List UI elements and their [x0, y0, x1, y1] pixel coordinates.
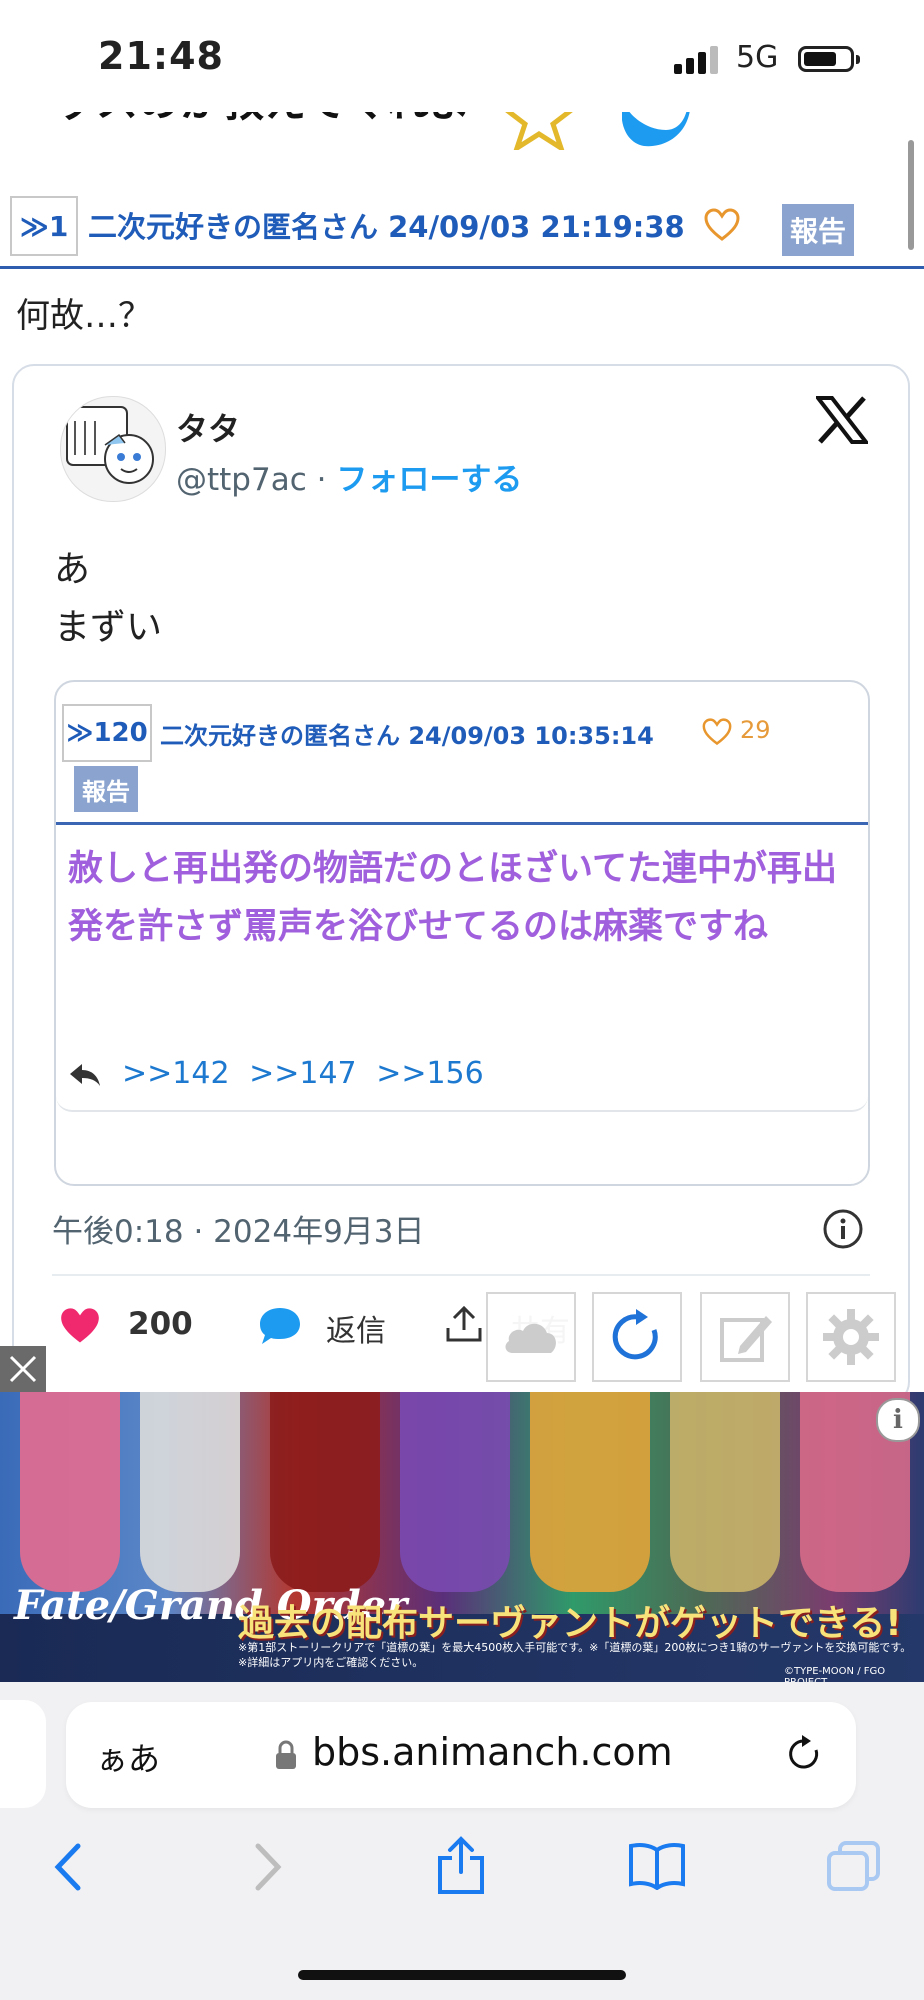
battery-icon	[798, 46, 860, 72]
settings-button[interactable]	[806, 1292, 896, 1382]
share-icon[interactable]	[436, 1836, 486, 1896]
post-body: 何故…？	[16, 296, 152, 336]
cloud-button[interactable]	[486, 1292, 576, 1382]
ad-close-button[interactable]	[0, 1346, 46, 1392]
reply-link[interactable]: >>156	[376, 1056, 484, 1091]
ad-slogan: 過去の配布サーヴァントがゲットできる!	[238, 1603, 902, 1644]
embedded-report-button[interactable]: 報告	[74, 766, 138, 812]
forward-icon[interactable]	[252, 1842, 284, 1892]
reply-label[interactable]: 返信	[326, 1306, 386, 1350]
ad-info-icon[interactable]: i	[876, 1398, 920, 1442]
like-count: 200	[128, 1306, 193, 1342]
tweet-divider	[52, 1274, 870, 1276]
tweet-handle-row: @ttp7ac · フォローする	[176, 454, 522, 499]
network-type: 5G	[736, 40, 779, 75]
gear-icon	[823, 1309, 879, 1365]
tweet-date[interactable]: 午後0:18 · 2024年9月3日	[52, 1206, 425, 1251]
tweet-text-line-2: まずい	[54, 607, 163, 648]
reply-links: >>142 >>147 >>156	[122, 1056, 484, 1091]
embedded-divider	[56, 822, 868, 825]
edit-pencil-icon	[720, 1316, 772, 1362]
edit-button[interactable]	[700, 1292, 790, 1382]
reply-link[interactable]: >>147	[249, 1056, 357, 1091]
x-logo-icon[interactable]	[816, 396, 868, 444]
cloud-up-icon	[505, 1323, 556, 1353]
embedded-poster-info: 二次元好きの匿名さん 24/09/03 10:35:14	[160, 722, 654, 750]
bookmarks-icon[interactable]	[628, 1842, 686, 1890]
embedded-res-link[interactable]: ≫120	[62, 704, 152, 762]
poster-info: 二次元好きの匿名さん 24/09/03 21:19:38	[88, 210, 685, 244]
url-text[interactable]: bbs.animanch.com	[312, 1730, 673, 1774]
home-indicator	[298, 1970, 626, 1980]
cellular-signal-icon	[674, 46, 718, 74]
embedded-body: 赦しと再出発の物語だのとほざいてた連中が再出発を許さず罵声を浴びせてるのは麻薬で…	[68, 849, 837, 947]
avatar[interactable]	[60, 396, 166, 502]
reload-icon	[612, 1309, 658, 1360]
status-bar: 21:48 5G	[0, 0, 924, 112]
ad-fine-print-1: ※第1部ストーリークリアで「道標の葉」を最大4500枚入手可能です。※「道標の葉…	[238, 1641, 912, 1654]
lock-icon	[276, 1740, 296, 1769]
status-time: 21:48	[98, 34, 224, 78]
close-icon	[9, 1355, 37, 1383]
info-icon[interactable]	[822, 1208, 864, 1250]
reply-arrow-icon	[70, 1064, 100, 1086]
tweet-handle[interactable]: @ttp7ac	[176, 462, 307, 498]
embedded-like-count: 29	[740, 716, 771, 744]
back-icon[interactable]	[52, 1842, 84, 1892]
reload-icon[interactable]	[784, 1734, 824, 1774]
reload-button[interactable]	[592, 1292, 682, 1382]
reply-link[interactable]: >>142	[122, 1056, 230, 1091]
tweet-author[interactable]: タタ	[176, 404, 240, 450]
heart-outline-icon[interactable]	[704, 208, 740, 242]
share-upload-icon[interactable]	[444, 1304, 484, 1344]
tabs-icon[interactable]	[826, 1840, 882, 1892]
heart-filled-icon[interactable]	[58, 1306, 102, 1346]
page-settings-button[interactable]: ぁあ	[96, 1734, 160, 1780]
tweet-text-line-1: あ	[54, 549, 91, 590]
follow-button[interactable]: フォローする	[336, 462, 522, 498]
res-number-link[interactable]: ≫1	[10, 196, 78, 256]
previous-tab-edge[interactable]	[0, 1700, 46, 1808]
comment-bubble-icon[interactable]	[258, 1306, 302, 1346]
report-button[interactable]: 報告	[782, 204, 854, 256]
handle-separator: ·	[306, 462, 337, 498]
heart-outline-icon[interactable]	[702, 718, 732, 746]
